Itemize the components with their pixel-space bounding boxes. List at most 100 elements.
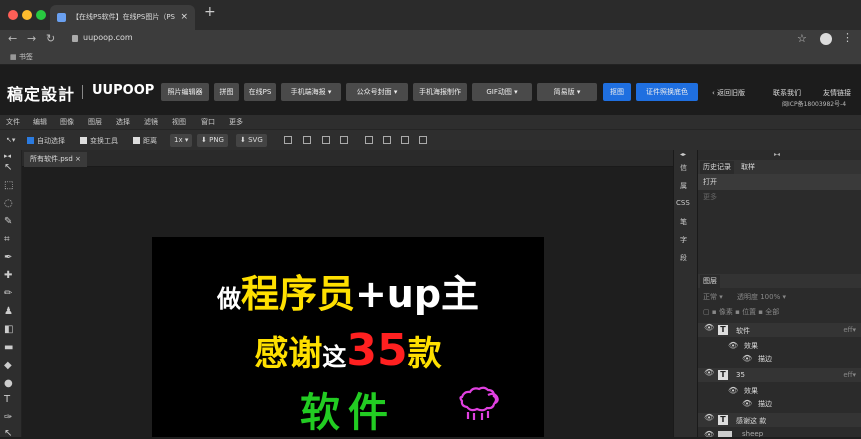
layer-fx-icon[interactable]: eff▾ — [843, 326, 856, 334]
document-tab[interactable]: 所有软件.psd × — [24, 152, 87, 167]
visibility-eye-icon[interactable]: 👁 — [728, 341, 738, 350]
gradient-tool-icon[interactable]: ▬ — [4, 342, 13, 353]
panel-paragraph-tab[interactable]: 段 — [680, 253, 687, 263]
panel-info-tab[interactable]: 信 — [680, 163, 687, 173]
visibility-eye-icon[interactable]: 👁 — [742, 354, 752, 363]
url-field[interactable]: uupoop.com — [83, 33, 133, 42]
layer-fx-icon[interactable]: eff▾ — [843, 371, 856, 379]
healing-tool-icon[interactable]: ✚ — [4, 270, 12, 281]
lasso-tool-icon[interactable]: ◌ — [4, 198, 13, 209]
layer-stroke-row[interactable]: 👁 描边 — [698, 354, 861, 366]
mobile-poster-make-button[interactable]: 手机海报制作 — [413, 83, 467, 101]
auto-select-checkbox[interactable]: 自动选择 — [27, 136, 65, 146]
lock-pixel-toggle[interactable]: ▪ 像素 — [712, 308, 733, 316]
distribute-h-icon[interactable] — [419, 136, 427, 144]
distribute-icon[interactable] — [340, 136, 348, 144]
photo-editor-button[interactable]: 照片编辑器 — [161, 83, 209, 101]
align-left-icon[interactable] — [284, 136, 292, 144]
history-tab[interactable]: 历史记录 — [700, 161, 734, 174]
right-panel-collapse-icon[interactable]: ▸◂ — [774, 151, 780, 158]
online-ps-button[interactable]: 在线PS — [244, 83, 276, 101]
dodge-tool-icon[interactable]: ● — [4, 378, 13, 389]
align-center-icon[interactable] — [303, 136, 311, 144]
export-svg-button[interactable]: ⬇ SVG — [236, 134, 267, 147]
panel-css-tab[interactable]: CSS — [676, 199, 690, 207]
stamp-tool-icon[interactable]: ♟ — [4, 306, 13, 317]
bucket-tool-icon[interactable]: ◆ — [4, 360, 12, 371]
align-bottom-icon[interactable] — [401, 136, 409, 144]
menu-view[interactable]: 视图 — [172, 117, 186, 127]
layer-effect-row[interactable]: 👁 效果 — [698, 341, 861, 353]
reload-icon[interactable]: ↻ — [46, 32, 55, 45]
align-middle-icon[interactable] — [383, 136, 391, 144]
menu-file[interactable]: 文件 — [6, 117, 20, 127]
collage-button[interactable]: 拼图 — [214, 83, 239, 101]
lock-position-toggle[interactable]: ▪ 位置 — [735, 308, 756, 316]
forward-arrow-icon[interactable]: → — [27, 32, 36, 45]
panel-character-tab[interactable]: 字 — [680, 235, 687, 245]
path-select-tool-icon[interactable]: ↖ — [4, 428, 12, 439]
wechat-cover-dropdown[interactable]: 公众号封面 ▾ — [346, 83, 408, 101]
marquee-tool-icon[interactable]: ⬚ — [4, 180, 13, 191]
logo-cn[interactable]: 稿定設計 — [7, 81, 75, 105]
layer-row[interactable]: 👁 T 35 eff▾ — [698, 368, 861, 382]
document-tab-close-icon[interactable]: × — [75, 155, 81, 163]
brush-tool-icon[interactable]: ✏ — [4, 288, 12, 299]
panel-brush-tab[interactable]: 笔 — [680, 217, 687, 227]
close-window-button[interactable] — [8, 10, 18, 20]
visibility-eye-icon[interactable]: 👁 — [704, 413, 714, 422]
bookmarks-folder[interactable]: ▦ 书签 — [10, 52, 33, 62]
browser-tab[interactable]: 【在线PS软件】在线PS图片（PS × — [50, 5, 195, 30]
magic-wand-tool-icon[interactable]: ✎ — [4, 216, 12, 227]
move-tool-icon[interactable]: ↖▾ — [6, 136, 15, 144]
profile-avatar-icon[interactable] — [820, 33, 832, 45]
blend-mode-select[interactable]: 正常 ▾ — [703, 293, 723, 301]
layer-row[interactable]: 👁 T 感谢这 款 — [698, 413, 861, 427]
layer-row[interactable]: 👁 sheep — [698, 430, 861, 437]
panel-properties-tab[interactable]: 属 — [680, 181, 687, 191]
visibility-eye-icon[interactable]: 👁 — [728, 386, 738, 395]
layers-tab[interactable]: 图层 — [700, 275, 720, 288]
menu-more[interactable]: 更多 — [229, 117, 243, 127]
align-right-icon[interactable] — [322, 136, 330, 144]
menu-window[interactable]: 窗口 — [201, 117, 215, 127]
layer-row[interactable]: 👁 T 软件 eff▾ — [698, 323, 861, 337]
transform-checkbox[interactable]: 变换工具 — [80, 136, 118, 146]
export-png-button[interactable]: ⬇ PNG — [197, 134, 228, 147]
back-arrow-icon[interactable]: ← — [8, 32, 17, 45]
new-tab-button[interactable]: + — [204, 4, 216, 20]
menu-edit[interactable]: 编辑 — [33, 117, 47, 127]
crop-tool-icon[interactable]: ⌗ — [4, 234, 10, 245]
pen-tool-icon[interactable]: ✑ — [4, 412, 12, 423]
align-top-icon[interactable] — [365, 136, 373, 144]
move-tool-icon[interactable]: ↖ — [4, 162, 12, 173]
contact-link[interactable]: 联系我们 — [773, 88, 801, 98]
artboard[interactable]: 做程序员+up主 感谢这35款 软件 — [152, 237, 544, 437]
tab-close-icon[interactable]: × — [180, 5, 188, 30]
lock-icon[interactable]: ▢ — [703, 308, 710, 316]
visibility-eye-icon[interactable]: 👁 — [704, 323, 714, 332]
menu-image[interactable]: 图像 — [60, 117, 74, 127]
panel-collapse-icon[interactable]: ◂▸ — [680, 151, 686, 158]
friends-link[interactable]: 友情链接 — [823, 88, 851, 98]
logo-en[interactable]: UUPOOP — [92, 83, 154, 98]
gif-dropdown[interactable]: GIF动图 ▾ — [472, 83, 532, 101]
eyedropper-tool-icon[interactable]: ✒ — [4, 252, 12, 263]
menu-layer[interactable]: 图层 — [88, 117, 102, 127]
toolbar-collapse-icon[interactable]: ▸◂ — [4, 152, 11, 160]
distance-checkbox[interactable]: 距离 — [133, 136, 157, 146]
visibility-eye-icon[interactable]: 👁 — [704, 368, 714, 377]
back-old-version-link[interactable]: ‹ 返回旧版 — [712, 88, 745, 98]
mobile-poster-dropdown[interactable]: 手机端海报 ▾ — [281, 83, 341, 101]
opacity-input[interactable]: 100% — [760, 293, 780, 301]
type-tool-icon[interactable]: T — [4, 394, 10, 405]
eraser-tool-icon[interactable]: ◧ — [4, 324, 13, 335]
zoom-select[interactable]: 1x ▾ — [170, 134, 193, 147]
visibility-eye-icon[interactable]: 👁 — [704, 430, 714, 437]
menu-select[interactable]: 选择 — [116, 117, 130, 127]
bookmark-star-icon[interactable]: ☆ — [797, 32, 807, 45]
history-more[interactable]: 更多 — [698, 190, 861, 204]
menu-filter[interactable]: 滤镜 — [144, 117, 158, 127]
lock-all-toggle[interactable]: ▪ 全部 — [758, 308, 779, 316]
swatch-tab[interactable]: 取样 — [738, 161, 758, 174]
